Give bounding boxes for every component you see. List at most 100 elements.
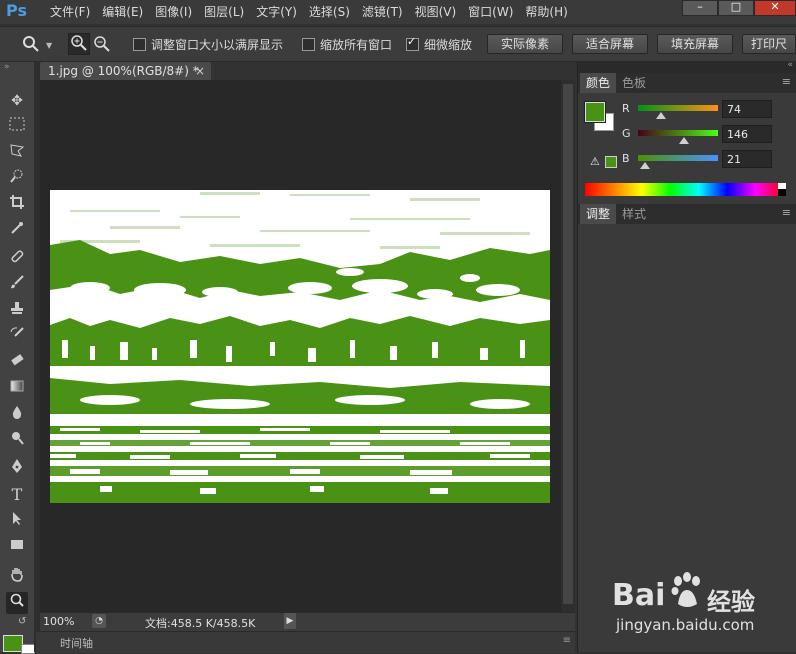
collapse-panels-icon[interactable]: «	[787, 60, 793, 70]
collapse-toolbar-icon[interactable]: »	[4, 62, 10, 72]
menu-bar: Ps 文件(F) 编辑(E) 图像(I) 图层(L) 文字(Y) 选择(S) 滤…	[0, 0, 796, 24]
history-brush-tool-icon[interactable]	[6, 326, 28, 348]
blue-slider-knob[interactable]	[640, 162, 650, 169]
eraser-tool-icon[interactable]	[6, 352, 28, 374]
tab-adjustments[interactable]: 调整	[580, 204, 617, 224]
status-menu-arrow-icon[interactable]: ▶	[284, 613, 296, 629]
document-size: 文档:458.5 K/458.5K	[145, 617, 256, 630]
maximize-button[interactable]: □	[718, 0, 754, 16]
status-bar: 100% ◔ 文档:458.5 K/458.5K ▶	[40, 612, 575, 631]
foreground-color-swatch[interactable]	[3, 635, 23, 652]
menu-filter[interactable]: 滤镜(T)	[356, 3, 409, 21]
blue-label: B	[622, 152, 630, 165]
type-tool-icon[interactable]: T	[6, 484, 28, 506]
green-label: G	[622, 127, 631, 140]
marquee-tool-icon[interactable]	[6, 116, 28, 138]
tool-preset-chevron-icon[interactable]: ▼	[46, 41, 52, 50]
rectangle-tool-icon[interactable]	[6, 536, 28, 558]
minimize-button[interactable]: –	[682, 0, 718, 16]
red-slider-row: R 74	[578, 100, 796, 122]
spectrum-black-chip[interactable]	[778, 189, 786, 196]
blue-track[interactable]	[638, 155, 718, 161]
red-track[interactable]	[638, 105, 718, 111]
adjustments-panel-tabs: 调整 样式 ≡	[578, 204, 796, 224]
hand-tool-icon[interactable]	[6, 566, 28, 588]
green-value-field[interactable]: 146	[722, 125, 772, 143]
threshold-landscape-image	[50, 190, 550, 503]
menu-layer[interactable]: 图层(L)	[198, 3, 250, 21]
crop-tool-icon[interactable]	[6, 194, 28, 216]
lasso-tool-icon[interactable]	[6, 142, 28, 164]
timeline-label: 时间轴	[60, 637, 93, 650]
gradient-tool-icon[interactable]	[6, 378, 28, 400]
blur-tool-icon[interactable]	[6, 404, 28, 426]
print-size-button[interactable]: 打印尺	[742, 34, 796, 54]
green-slider-knob[interactable]	[679, 137, 689, 144]
adjust-panel-menu-icon[interactable]: ≡	[782, 206, 791, 219]
baidu-jingyan-watermark: Bai 经验 jingyan.baidu.com	[612, 566, 794, 646]
close-tab-icon[interactable]: ×	[195, 62, 205, 80]
red-label: R	[622, 102, 630, 115]
fit-screen-button[interactable]: 适合屏幕	[572, 34, 648, 54]
menu-help[interactable]: 帮助(H)	[519, 3, 573, 21]
menu-image[interactable]: 图像(I)	[149, 3, 198, 21]
zoom-all-windows-checkbox[interactable]	[302, 38, 315, 51]
document-image[interactable]	[50, 190, 550, 503]
path-selection-tool-icon[interactable]	[6, 510, 28, 532]
resize-windows-label: 调整窗口大小以满屏显示	[151, 38, 284, 52]
quick-selection-tool-icon[interactable]	[6, 168, 28, 190]
photoshop-logo: Ps	[6, 1, 27, 20]
watermark-brand-cn: 经验	[707, 588, 755, 616]
actual-pixels-button[interactable]: 实际像素	[487, 34, 563, 54]
menu-window[interactable]: 窗口(W)	[462, 3, 519, 21]
scrubby-zoom-checkbox[interactable]	[406, 35, 419, 51]
move-tool-icon[interactable]: ✥	[6, 90, 28, 112]
swap-colors-icon[interactable]: ↺	[18, 616, 26, 627]
zoom-tool-icon[interactable]	[22, 35, 40, 53]
timeline-panel[interactable]: 时间轴 ≡	[36, 631, 575, 653]
blue-value-field[interactable]: 21	[722, 150, 772, 168]
green-slider-row: G 146	[578, 125, 796, 147]
tab-styles[interactable]: 样式	[616, 204, 652, 224]
zoom-tool-selected-icon[interactable]	[6, 592, 28, 614]
tab-color[interactable]: 颜色	[580, 73, 617, 93]
dodge-tool-icon[interactable]	[6, 430, 28, 452]
color-panel-menu-icon[interactable]: ≡	[782, 75, 791, 88]
menu-view[interactable]: 视图(V)	[409, 3, 463, 21]
blue-slider-row: B 21	[578, 150, 796, 172]
zoom-all-windows-label: 缩放所有窗口	[320, 38, 393, 52]
zoom-out-icon[interactable]	[93, 35, 111, 53]
scrubby-zoom-label: 细微缩放	[424, 38, 473, 52]
window-controls: – □ ✕	[682, 0, 796, 16]
red-slider-knob[interactable]	[656, 112, 666, 119]
resize-windows-checkbox[interactable]	[133, 38, 146, 51]
right-panel-dock: « 颜色 色板 ≡ ⚠ R 74 G 146 B 21 调整 样式 ≡	[577, 60, 796, 652]
pen-tool-icon[interactable]	[6, 458, 28, 480]
healing-brush-tool-icon[interactable]	[6, 248, 28, 270]
resize-windows-option[interactable]: 调整窗口大小以满屏显示	[133, 36, 283, 53]
green-track[interactable]	[638, 130, 718, 136]
menu-edit[interactable]: 编辑(E)	[96, 3, 149, 21]
vertical-scrollbar[interactable]	[561, 80, 575, 612]
menu-file[interactable]: 文件(F)	[44, 3, 96, 21]
background-color-swatch[interactable]	[21, 644, 35, 654]
clone-stamp-tool-icon[interactable]	[6, 300, 28, 322]
zoom-all-windows-option[interactable]: 缩放所有窗口	[302, 36, 392, 53]
status-info-icon[interactable]: ◔	[92, 614, 106, 628]
close-button[interactable]: ✕	[754, 0, 796, 16]
brush-tool-icon[interactable]	[6, 274, 28, 296]
color-spectrum-bar[interactable]	[585, 183, 786, 196]
fill-screen-button[interactable]: 填充屏幕	[657, 34, 733, 54]
timeline-menu-icon[interactable]: ≡	[563, 635, 571, 646]
menu-type[interactable]: 文字(Y)	[250, 3, 303, 21]
zoom-in-icon[interactable]	[68, 33, 90, 55]
document-tab[interactable]: 1.jpg @ 100%(RGB/8#) * ×	[40, 62, 211, 80]
tab-swatches[interactable]: 色板	[616, 73, 652, 93]
paw-logo-icon	[671, 572, 700, 607]
zoom-level[interactable]: 100%	[43, 615, 74, 628]
menu-select[interactable]: 选择(S)	[303, 3, 356, 21]
red-value-field[interactable]: 74	[722, 100, 772, 118]
eyedropper-tool-icon[interactable]	[6, 220, 28, 242]
scrubby-zoom-option[interactable]: 细微缩放	[406, 35, 473, 53]
scrollbar-thumb[interactable]	[563, 84, 573, 604]
